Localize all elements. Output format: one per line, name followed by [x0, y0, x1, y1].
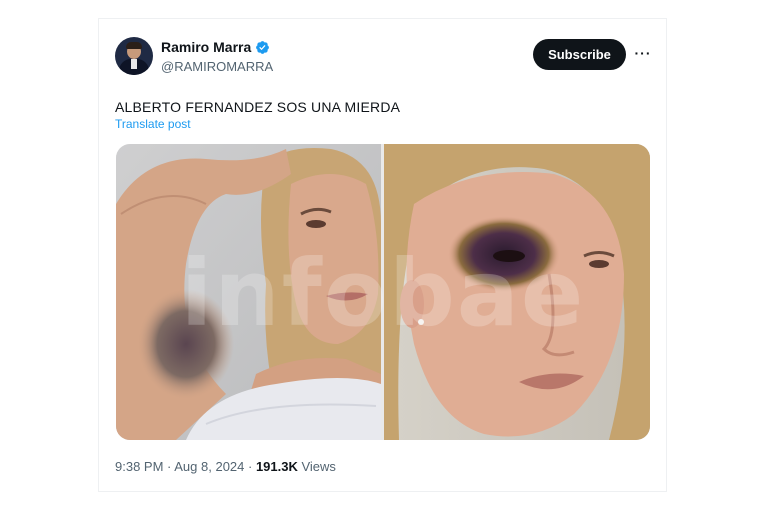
author-avatar[interactable]: [115, 37, 153, 75]
author-display-name[interactable]: Ramiro Marra: [161, 39, 251, 55]
post-date[interactable]: Aug 8, 2024: [174, 459, 244, 474]
views-label: Views: [297, 459, 336, 474]
media-photo-right[interactable]: [384, 144, 650, 440]
views-count: 191.3K: [255, 459, 298, 474]
meta-separator-2: ·: [244, 459, 256, 474]
post-card: Ramiro Marra @RAMIROMARRA Subscribe ··· …: [98, 18, 667, 492]
avatar-hair: [126, 42, 142, 49]
post-metadata: 9:38 PM · Aug 8, 2024 · 191.3K Views: [115, 459, 336, 474]
meta-separator: ·: [163, 459, 175, 474]
translate-post-link[interactable]: Translate post: [115, 117, 191, 131]
photo-right-image: [384, 144, 650, 440]
avatar-shirt: [131, 59, 137, 69]
photo-left-image: [116, 144, 381, 440]
author-name-row: Ramiro Marra: [161, 39, 270, 55]
media-photo-left[interactable]: [116, 144, 381, 440]
subscribe-button[interactable]: Subscribe: [533, 39, 626, 70]
post-time[interactable]: 9:38 PM: [115, 459, 163, 474]
more-options-icon[interactable]: ···: [633, 43, 653, 63]
verified-badge-icon: [256, 40, 270, 54]
post-text: ALBERTO FERNANDEZ SOS UNA MIERDA: [115, 99, 401, 115]
post-media[interactable]: infobae: [116, 144, 650, 440]
author-handle[interactable]: @RAMIROMARRA: [161, 59, 273, 74]
